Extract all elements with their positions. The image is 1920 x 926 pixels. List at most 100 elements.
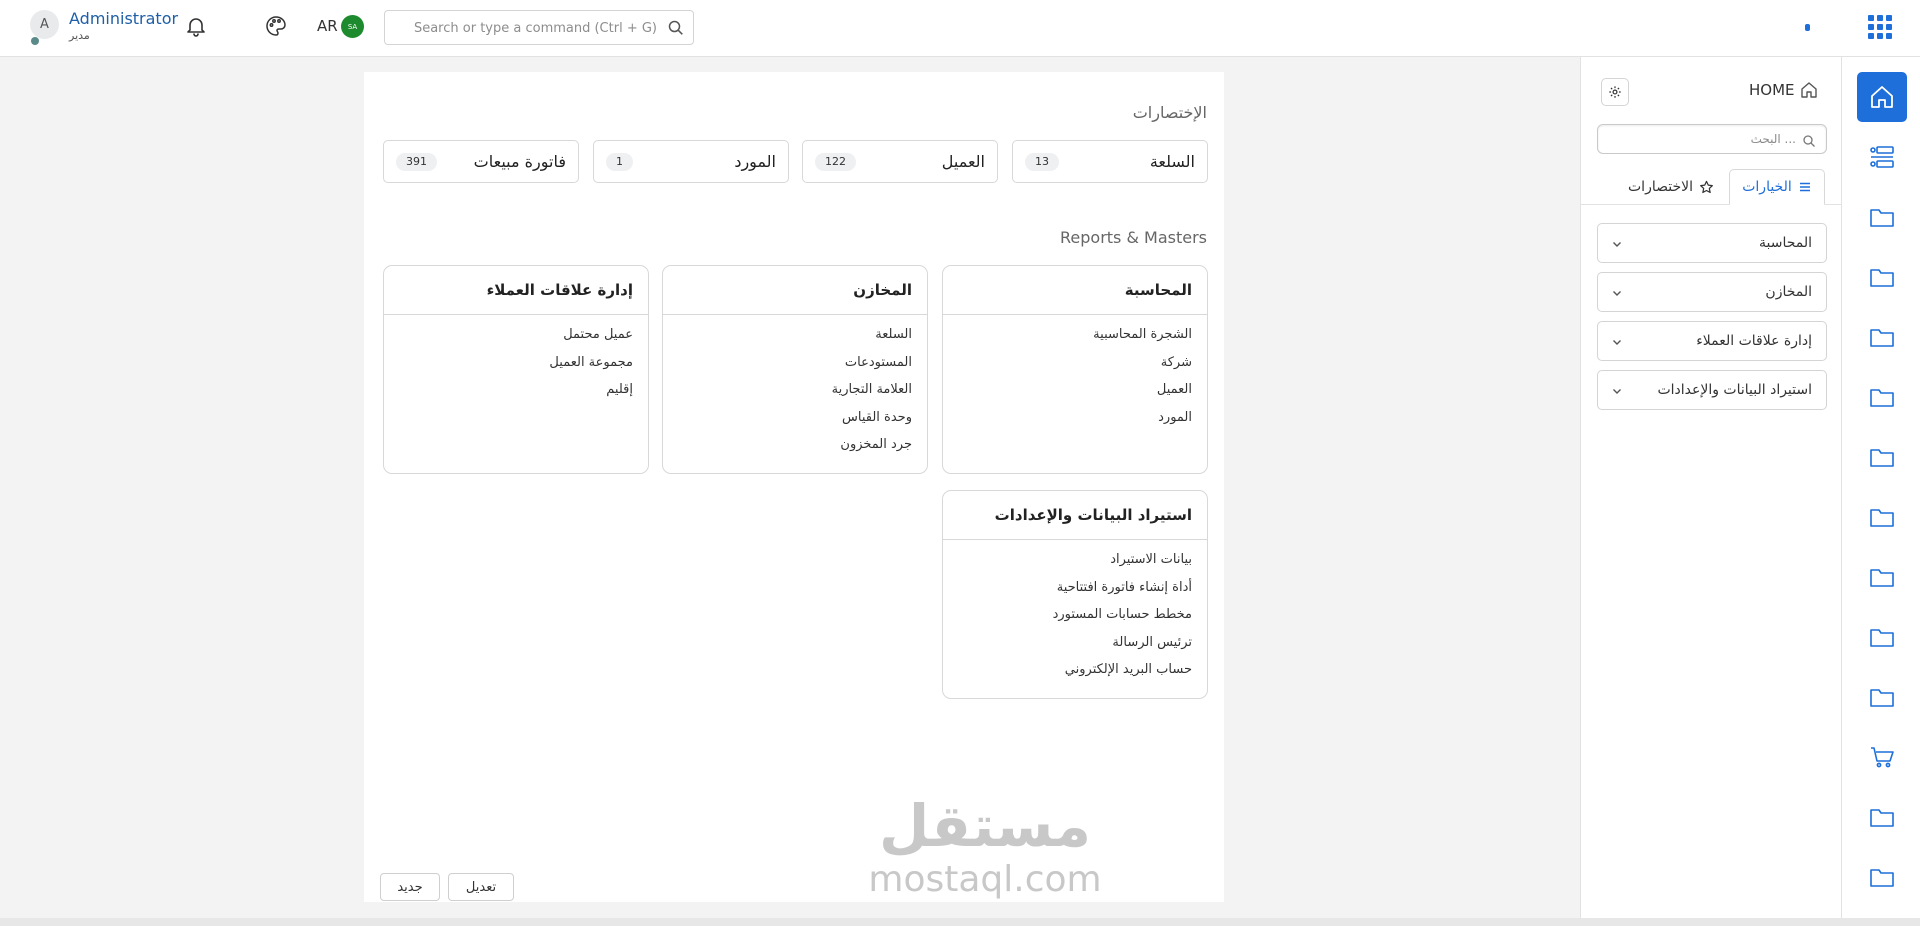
card-link[interactable]: عميل محتمل: [399, 325, 633, 353]
folder-icon: [1870, 629, 1894, 647]
report-card-accounting: المحاسبة الشجرة المحاسبية شركة العميل ال…: [942, 265, 1208, 474]
rail-folder[interactable]: [1857, 372, 1907, 422]
reports-heading: Reports & Masters: [1060, 228, 1207, 247]
card-title: المحاسبة: [943, 266, 1207, 315]
folder-icon: [1870, 389, 1894, 407]
user-role: مدير: [69, 29, 90, 42]
report-card-crm: إدارة علاقات العملاء عميل محتمل مجموعة ا…: [383, 265, 649, 474]
watermark: مستقل mostaql.com: [840, 792, 1130, 912]
shortcut-count-badge: 122: [815, 153, 856, 171]
new-button[interactable]: جديد: [380, 873, 440, 901]
card-link[interactable]: السلعة: [678, 325, 912, 353]
rail-folder[interactable]: [1857, 672, 1907, 722]
module-accounting[interactable]: المحاسبة: [1597, 223, 1827, 263]
shortcut-count-badge: 1: [606, 153, 633, 171]
card-link[interactable]: مجموعة العميل: [399, 353, 633, 381]
card-link[interactable]: المستودعات: [678, 353, 912, 381]
folder-icon: [1870, 449, 1894, 467]
tab-shortcuts-label: الاختصارات: [1628, 179, 1693, 195]
shortcut-label: العميل: [941, 152, 985, 171]
rail-folder[interactable]: [1857, 612, 1907, 662]
rail-cart[interactable]: [1857, 732, 1907, 782]
module-data-import[interactable]: استيراد البيانات والإعدادات: [1597, 370, 1827, 410]
settings-button[interactable]: [1601, 78, 1629, 106]
card-link[interactable]: شركة: [958, 353, 1192, 381]
apps-grid-icon[interactable]: [1868, 15, 1892, 39]
shortcut-card-customer[interactable]: العميل 122: [802, 140, 998, 183]
card-link[interactable]: ترئيس الرسالة: [958, 633, 1192, 661]
shortcut-count-badge: 13: [1025, 153, 1059, 171]
tab-options[interactable]: الخيارات: [1729, 169, 1825, 205]
rail-folder[interactable]: [1857, 552, 1907, 602]
rail-folder[interactable]: [1857, 792, 1907, 842]
folder-icon: [1870, 329, 1894, 347]
module-label: إدارة علاقات العملاء: [1696, 333, 1812, 349]
shortcut-label: المورد: [734, 152, 776, 171]
sidebar-home-label[interactable]: HOME: [1749, 81, 1795, 99]
report-card-stock: المخازن السلعة المستودعات العلامة التجار…: [662, 265, 928, 474]
card-link[interactable]: العميل: [958, 380, 1192, 408]
rail-home[interactable]: [1857, 72, 1907, 122]
list-icon: [1799, 182, 1810, 192]
bell-icon[interactable]: [184, 14, 208, 38]
star-icon: [1700, 180, 1713, 193]
rail-folder[interactable]: [1857, 432, 1907, 482]
sidebar-search-input[interactable]: [1606, 131, 1796, 147]
tab-options-label: الخيارات: [1742, 179, 1792, 195]
card-link[interactable]: الشجرة المحاسبية: [958, 325, 1192, 353]
card-link[interactable]: جرد المخزون: [678, 435, 912, 463]
home-icon: [1871, 86, 1893, 108]
edit-button[interactable]: تعديل: [448, 873, 514, 901]
rail-folder[interactable]: [1857, 252, 1907, 302]
card-link[interactable]: وحدة القياس: [678, 408, 912, 436]
workspace-page: الإختصارات السلعة 13 العميل 122 المورد 1…: [364, 72, 1224, 902]
online-status-dot: [31, 37, 39, 45]
card-title: إدارة علاقات العملاء: [384, 266, 648, 315]
rail-folder[interactable]: [1857, 192, 1907, 242]
command-search[interactable]: [384, 10, 694, 45]
loading-indicator: [1805, 24, 1810, 31]
home-icon[interactable]: [1799, 80, 1819, 100]
card-link[interactable]: بيانات الاستيراد: [958, 550, 1192, 578]
shortcut-label: فاتورة مبيعات: [473, 152, 566, 171]
gear-icon: [1609, 86, 1621, 98]
card-link[interactable]: إقليم: [399, 380, 633, 408]
rail-folder[interactable]: [1857, 852, 1907, 902]
module-stock[interactable]: المخازن: [1597, 272, 1827, 312]
bottom-scrollbar[interactable]: [0, 918, 1920, 926]
shortcut-count-badge: 391: [396, 153, 437, 171]
shortcut-label: السلعة: [1149, 152, 1195, 171]
card-link[interactable]: مخطط حسابات المستورد: [958, 605, 1192, 633]
rail-folder[interactable]: [1857, 312, 1907, 362]
flag-icon[interactable]: SA: [341, 15, 364, 38]
palette-icon[interactable]: [264, 14, 288, 38]
rail-workspaces[interactable]: [1857, 132, 1907, 182]
command-search-input[interactable]: [395, 18, 657, 38]
rail-folder[interactable]: [1857, 492, 1907, 542]
cart-icon: [1871, 747, 1894, 768]
icon-rail: [1841, 57, 1920, 926]
card-link[interactable]: المورد: [958, 408, 1192, 436]
tab-shortcuts[interactable]: الاختصارات: [1619, 169, 1723, 205]
search-icon[interactable]: [667, 19, 685, 37]
chevron-down-icon: [1613, 291, 1621, 296]
card-link[interactable]: حساب البريد الإلكتروني: [958, 660, 1192, 688]
folder-icon: [1870, 809, 1894, 827]
shortcut-card-supplier[interactable]: المورد 1: [593, 140, 789, 183]
avatar[interactable]: A: [30, 10, 59, 39]
sidebar-search[interactable]: [1597, 124, 1827, 154]
card-link[interactable]: أداة إنشاء فاتورة افتتاحية: [958, 578, 1192, 606]
card-link[interactable]: العلامة التجارية: [678, 380, 912, 408]
chevron-down-icon: [1613, 340, 1621, 345]
shortcut-card-sales-invoice[interactable]: فاتورة مبيعات 391: [383, 140, 579, 183]
chevron-down-icon: [1613, 389, 1621, 394]
shortcut-card-item[interactable]: السلعة 13: [1012, 140, 1208, 183]
language-label[interactable]: AR: [317, 17, 338, 35]
folder-icon: [1870, 869, 1894, 887]
top-navbar: A Administrator مدير AR SA: [0, 0, 1920, 57]
user-name[interactable]: Administrator: [69, 9, 178, 28]
module-crm[interactable]: إدارة علاقات العملاء: [1597, 321, 1827, 361]
shortcuts-heading: الإختصارات: [1132, 103, 1207, 122]
report-card-data-import: استيراد البيانات والإعدادات بيانات الاست…: [942, 490, 1208, 699]
chevron-down-icon: [1613, 242, 1621, 247]
